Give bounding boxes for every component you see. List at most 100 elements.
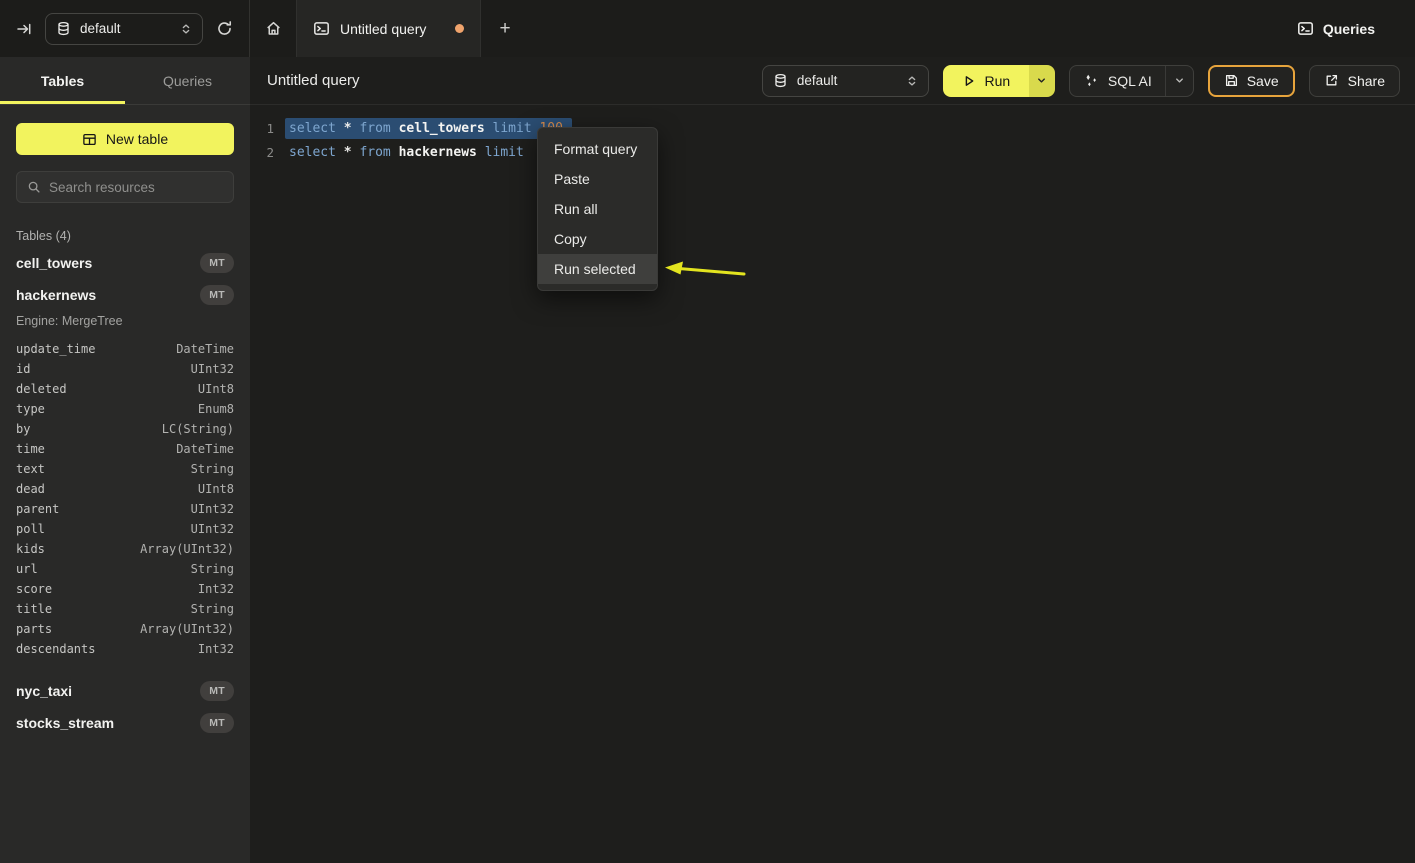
- column-type: String: [191, 562, 234, 576]
- query-title[interactable]: Untitled query: [267, 72, 360, 89]
- column-row[interactable]: deletedUInt8: [16, 379, 234, 399]
- menu-item-copy[interactable]: Copy: [538, 224, 657, 254]
- tab-label: Untitled query: [340, 21, 426, 37]
- sql-ai-button[interactable]: SQL AI: [1070, 66, 1165, 96]
- code-token: [336, 121, 344, 136]
- run-button[interactable]: Run: [943, 65, 1029, 97]
- editor-line[interactable]: 2 select * from hackernews limit: [250, 140, 1415, 164]
- column-row[interactable]: deadUInt8: [16, 479, 234, 499]
- sql-editor[interactable]: 1 select * from cell_towers limit 100 2 …: [250, 105, 1415, 164]
- menu-item-run-selected[interactable]: Run selected: [538, 254, 657, 284]
- table-row-hackernews[interactable]: hackernews MT: [16, 279, 234, 311]
- engine-label: Engine: MergeTree: [16, 311, 234, 331]
- sparkles-icon: [1083, 73, 1099, 89]
- save-icon: [1224, 73, 1239, 88]
- database-icon: [773, 73, 788, 88]
- line-number: 2: [250, 145, 274, 160]
- column-row[interactable]: partsArray(UInt32): [16, 619, 234, 639]
- run-options-button[interactable]: [1029, 65, 1055, 97]
- run-button-label: Run: [985, 73, 1011, 89]
- engine-badge: MT: [200, 253, 234, 273]
- column-row[interactable]: score Int32: [16, 579, 234, 599]
- search-box: [16, 171, 234, 203]
- chevron-updown-icon: [180, 22, 192, 36]
- engine-badge: MT: [200, 713, 234, 733]
- page: { "colors": { "accent": "#f2f35e", "acce…: [0, 0, 1415, 863]
- new-tab-button[interactable]: +: [481, 0, 529, 57]
- sidebar-tab-queries[interactable]: Queries: [125, 57, 250, 104]
- chevron-updown-icon: [906, 74, 918, 88]
- column-row[interactable]: type Enum8: [16, 399, 234, 419]
- column-row[interactable]: parentUInt32: [16, 499, 234, 519]
- database-selector[interactable]: default: [45, 13, 203, 45]
- code-token: limit: [485, 145, 524, 160]
- terminal-icon: [1297, 20, 1314, 37]
- column-name: update_time: [16, 342, 95, 356]
- sql-ai-options-button[interactable]: [1165, 66, 1193, 96]
- column-name: score: [16, 582, 52, 596]
- column-type: LC(String): [162, 422, 234, 436]
- column-name: parent: [16, 502, 59, 516]
- code-token: [485, 121, 493, 136]
- search-input[interactable]: [49, 180, 223, 195]
- code-line[interactable]: select * from hackernews limit: [289, 145, 524, 160]
- code-token: hackernews: [399, 145, 477, 160]
- editor-line[interactable]: 1 select * from cell_towers limit 100: [250, 116, 1415, 140]
- queries-button-label: Queries: [1323, 21, 1375, 37]
- code-token: [391, 121, 399, 136]
- tables-section-label: Tables (4): [16, 229, 234, 243]
- table-name: stocks_stream: [16, 715, 114, 731]
- refresh-button[interactable]: [216, 20, 233, 37]
- code-token: limit: [493, 121, 532, 136]
- new-table-button[interactable]: New table: [16, 123, 234, 155]
- collapse-sidebar-button[interactable]: [16, 21, 32, 37]
- column-row[interactable]: poll UInt32: [16, 519, 234, 539]
- sidebar-tab-tables[interactable]: Tables: [0, 57, 125, 104]
- column-row[interactable]: kidsArray(UInt32): [16, 539, 234, 559]
- toolbar-database-selector[interactable]: default: [762, 65, 929, 97]
- code-token: from: [359, 145, 390, 160]
- column-row[interactable]: by LC(String): [16, 419, 234, 439]
- sidebar-body: New table Tables (4) cell_towers MT hack…: [0, 123, 250, 739]
- table-row-cell-towers[interactable]: cell_towers MT: [16, 247, 234, 279]
- menu-item-run-all[interactable]: Run all: [538, 194, 657, 224]
- column-row[interactable]: idUInt32: [16, 359, 234, 379]
- column-name: by: [16, 422, 30, 436]
- column-row[interactable]: timeDateTime: [16, 439, 234, 459]
- column-name: url: [16, 562, 38, 576]
- tab-untitled-query[interactable]: Untitled query: [296, 0, 481, 57]
- home-button[interactable]: [250, 0, 296, 57]
- toolbar-database-value: default: [797, 73, 838, 88]
- column-type: UInt32: [191, 522, 234, 536]
- menu-item-format-query[interactable]: Format query: [538, 134, 657, 164]
- column-row[interactable]: descendantsInt32: [16, 639, 234, 659]
- share-button[interactable]: Share: [1309, 65, 1400, 97]
- column-type: Int32: [198, 582, 234, 596]
- column-row[interactable]: textString: [16, 459, 234, 479]
- column-name: time: [16, 442, 45, 456]
- share-external-icon: [1324, 73, 1339, 88]
- column-name: title: [16, 602, 52, 616]
- refresh-icon: [216, 20, 233, 37]
- code-token: select: [289, 145, 336, 160]
- column-name: poll: [16, 522, 45, 536]
- main-panel: Untitled query default: [250, 57, 1415, 863]
- column-type: Array(UInt32): [140, 622, 234, 636]
- save-button[interactable]: Save: [1208, 65, 1295, 97]
- save-button-label: Save: [1247, 73, 1279, 89]
- new-table-label: New table: [106, 131, 168, 147]
- column-type: Enum8: [198, 402, 234, 416]
- column-name: type: [16, 402, 45, 416]
- code-token: cell_towers: [399, 121, 485, 136]
- column-row[interactable]: titleString: [16, 599, 234, 619]
- code-line-selected[interactable]: select * from cell_towers limit 100: [285, 118, 572, 139]
- play-icon: [962, 74, 976, 88]
- query-header: Untitled query default: [250, 57, 1415, 105]
- queries-button[interactable]: Queries: [1297, 20, 1375, 37]
- column-type: UInt8: [198, 382, 234, 396]
- column-row[interactable]: url String: [16, 559, 234, 579]
- table-row-nyc-taxi[interactable]: nyc_taxi MT: [16, 675, 234, 707]
- menu-item-paste[interactable]: Paste: [538, 164, 657, 194]
- table-row-stocks-stream[interactable]: stocks_stream MT: [16, 707, 234, 739]
- column-row[interactable]: update_timeDateTime: [16, 339, 234, 359]
